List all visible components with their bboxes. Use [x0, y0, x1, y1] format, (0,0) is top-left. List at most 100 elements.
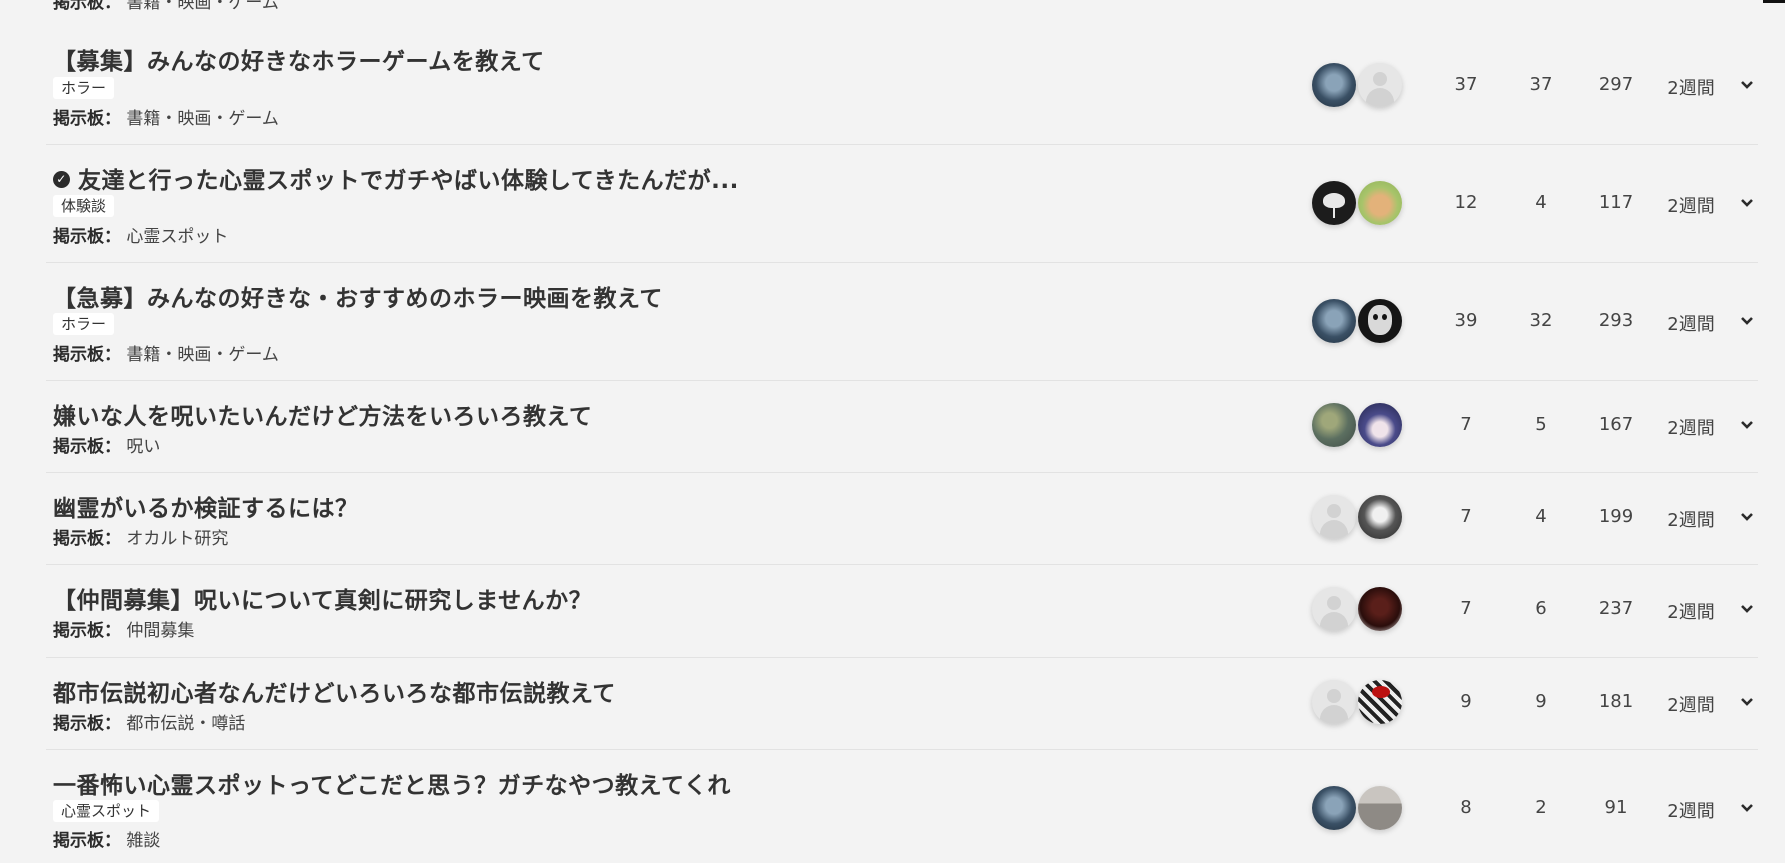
thread-title[interactable]: 【仲間募集】呪いについて真剣に研究しませんか？: [53, 581, 592, 615]
board-link[interactable]: 呪い: [126, 437, 160, 457]
thread-tag[interactable]: 体験談: [53, 195, 115, 217]
red-face-avatar[interactable]: [1358, 587, 1402, 631]
board-link[interactable]: 仲間募集: [126, 621, 194, 641]
board-label: 掲示板：: [53, 437, 121, 457]
board-line: 掲示板： 雑談: [53, 826, 160, 851]
thread-tag[interactable]: ホラー: [53, 313, 115, 335]
activity-age[interactable]: 2週間: [1656, 598, 1726, 624]
thread-row[interactable]: ✓ 友達と行った心霊スポットでガチやばい体験してきたんだが... 体験談 掲示板：…: [46, 144, 1758, 263]
board-label: 掲示板：: [53, 109, 121, 129]
view-count: 293: [1598, 310, 1634, 331]
reply-count: 7: [1460, 598, 1472, 619]
chevron-down-icon[interactable]: [1739, 601, 1755, 617]
thread-title[interactable]: 【急募】みんなの好きな・おすすめのホラー映画を教えて: [53, 279, 663, 313]
participants: [1312, 181, 1408, 227]
participants: [1312, 403, 1408, 449]
thread-row[interactable]: 嫌いな人を呪いたいんだけど方法をいろいろ教えて 掲示板： 呪い 7 5 167 …: [46, 380, 1758, 473]
bw-woman-avatar[interactable]: [1358, 495, 1402, 539]
reply-count: 9: [1460, 691, 1472, 712]
user-count: 5: [1535, 414, 1547, 435]
thread-row[interactable]: 幽霊がいるか検証するには？ 掲示板： オカルト研究 7 4 199 2週間: [46, 472, 1758, 565]
chevron-down-icon[interactable]: [1739, 313, 1755, 329]
participants: [1312, 299, 1408, 345]
default-user-avatar[interactable]: [1312, 680, 1356, 724]
activity-age[interactable]: 2週間: [1656, 192, 1726, 218]
user-count: 32: [1529, 310, 1553, 331]
thread-row[interactable]: 都市伝説初心者なんだけどいろいろな都市伝説教えて 掲示板： 都市伝説・噂話 9 …: [46, 657, 1758, 750]
board-line: 掲示板： オカルト研究: [53, 524, 228, 549]
view-count: 297: [1598, 74, 1634, 95]
thread-title[interactable]: 嫌いな人を呪いたいんだけど方法をいろいろ教えて: [53, 397, 592, 431]
chevron-down-icon[interactable]: [1739, 77, 1755, 93]
view-count: 199: [1598, 506, 1634, 527]
activity-age[interactable]: 2週間: [1656, 310, 1726, 336]
activity-age[interactable]: 2週間: [1656, 506, 1726, 532]
default-user-avatar[interactable]: [1312, 495, 1356, 539]
blue-clown-avatar[interactable]: [1312, 299, 1356, 343]
board-link[interactable]: 雑談: [126, 831, 160, 851]
dog-avatar[interactable]: [1358, 181, 1402, 225]
default-user-avatar[interactable]: [1312, 587, 1356, 631]
user-count: 9: [1535, 691, 1547, 712]
thread-title[interactable]: 一番怖い心霊スポットってどこだと思う？ガチなやつ教えてくれ: [53, 766, 731, 800]
board-name: 書籍・映画・ゲーム: [126, 0, 279, 13]
view-count: 91: [1604, 797, 1628, 818]
blue-clown-avatar[interactable]: [1312, 786, 1356, 830]
ghost-lamp-avatar[interactable]: [1312, 181, 1356, 225]
chevron-down-icon[interactable]: [1739, 694, 1755, 710]
thread-title[interactable]: 【募集】みんなの好きなホラーゲームを教えて: [53, 42, 545, 76]
reply-count: 12: [1454, 192, 1478, 213]
board-link[interactable]: 書籍・映画・ゲーム: [126, 345, 279, 365]
painting-avatar[interactable]: [1312, 403, 1356, 447]
board-link[interactable]: オカルト研究: [126, 529, 228, 549]
board-label: 掲示板：: [53, 227, 121, 247]
participants: [1312, 786, 1408, 832]
user-count: 6: [1535, 598, 1547, 619]
board-label: 掲示板：: [53, 529, 121, 549]
participants: [1312, 495, 1408, 541]
activity-age[interactable]: 2週間: [1656, 414, 1726, 440]
reply-count: 8: [1460, 797, 1472, 818]
board-line: 掲示板： 書籍・映画・ゲーム: [53, 104, 279, 129]
board-link[interactable]: 都市伝説・噂話: [126, 714, 245, 734]
thread-title[interactable]: 幽霊がいるか検証するには？: [53, 489, 359, 523]
thread-tag[interactable]: 心霊スポット: [53, 800, 160, 822]
board-label: 掲示板：: [53, 345, 121, 365]
view-count: 167: [1598, 414, 1634, 435]
thread-row[interactable]: 【募集】みんなの好きなホラーゲームを教えて ホラー 掲示板： 書籍・映画・ゲーム…: [46, 25, 1758, 145]
building-avatar[interactable]: [1358, 786, 1402, 830]
blue-clown-avatar[interactable]: [1312, 63, 1356, 107]
thread-row[interactable]: 【仲間募集】呪いについて真剣に研究しませんか？ 掲示板： 仲間募集 7 6 23…: [46, 564, 1758, 658]
board-label: 掲示板：: [53, 0, 121, 13]
skull-avatar[interactable]: [1358, 299, 1402, 343]
chevron-down-icon[interactable]: [1739, 417, 1755, 433]
solved-check-icon: ✓: [53, 171, 70, 188]
thread-title-wrap[interactable]: ✓ 友達と行った心霊スポットでガチやばい体験してきたんだが...: [53, 161, 739, 195]
user-count: 4: [1535, 506, 1547, 527]
activity-age[interactable]: 2週間: [1656, 797, 1726, 823]
chevron-down-icon[interactable]: [1739, 509, 1755, 525]
board-line: 掲示板： 都市伝説・噂話: [53, 709, 245, 734]
thread-title[interactable]: 都市伝説初心者なんだけどいろいろな都市伝説教えて: [53, 674, 616, 708]
board-label: 掲示板：: [53, 621, 121, 641]
view-count: 181: [1598, 691, 1634, 712]
chevron-down-icon[interactable]: [1739, 800, 1755, 816]
default-user-avatar[interactable]: [1358, 63, 1402, 107]
view-count: 117: [1598, 192, 1634, 213]
user-count: 2: [1535, 797, 1547, 818]
thread-title[interactable]: 友達と行った心霊スポットでガチやばい体験してきたんだが...: [78, 168, 739, 194]
thread-row[interactable]: 【急募】みんなの好きな・おすすめのホラー映画を教えて ホラー 掲示板： 書籍・映…: [46, 262, 1758, 381]
board-line: 掲示板： 心霊スポット: [53, 222, 228, 247]
activity-age[interactable]: 2週間: [1656, 74, 1726, 100]
anime-girl-avatar[interactable]: [1358, 403, 1402, 447]
chevron-down-icon[interactable]: [1739, 195, 1755, 211]
participants: [1312, 63, 1408, 109]
board-link[interactable]: 心霊スポット: [126, 227, 228, 247]
board-line: 掲示板： 仲間募集: [53, 616, 194, 641]
manga-avatar[interactable]: [1358, 680, 1402, 724]
thread-tag[interactable]: ホラー: [53, 77, 115, 99]
activity-age[interactable]: 2週間: [1656, 691, 1726, 717]
board-link[interactable]: 書籍・映画・ゲーム: [126, 109, 279, 129]
thread-row[interactable]: 一番怖い心霊スポットってどこだと思う？ガチなやつ教えてくれ 心霊スポット 掲示板…: [46, 749, 1758, 863]
scroll-edge-mark: [1763, 0, 1785, 3]
